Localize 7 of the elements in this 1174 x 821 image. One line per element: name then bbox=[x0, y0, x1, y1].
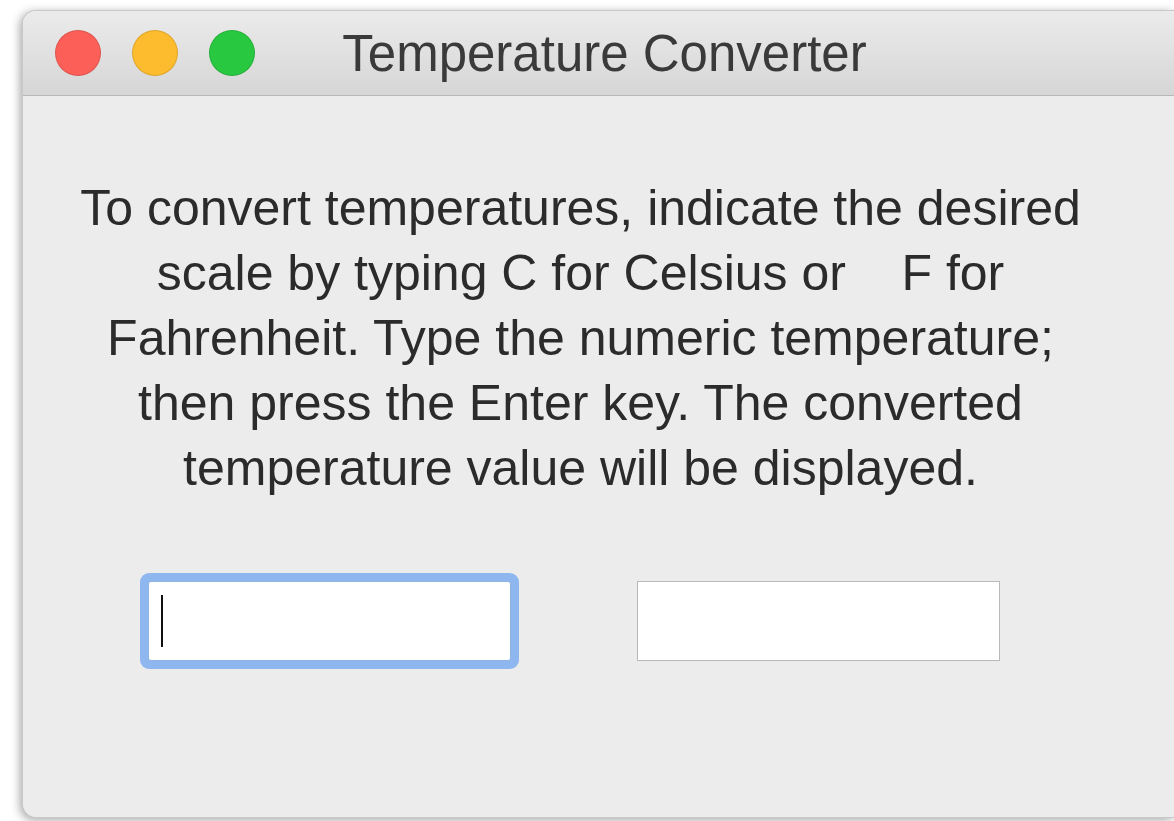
close-button[interactable] bbox=[55, 30, 101, 76]
input-field[interactable] bbox=[636, 581, 1000, 661]
zoom-button[interactable] bbox=[209, 30, 255, 76]
window-title: Temperature Converter bbox=[342, 23, 867, 83]
minimize-button[interactable] bbox=[132, 30, 178, 76]
instructions-text: To convert temperatures, indicate the desired scale by typing C for Celsius or F for Fahrenheit. Type the numeric temperature; then press the Enter key. The converted temperature value will be displayed. bbox=[79, 179, 1082, 498]
text-caret bbox=[160, 595, 164, 647]
